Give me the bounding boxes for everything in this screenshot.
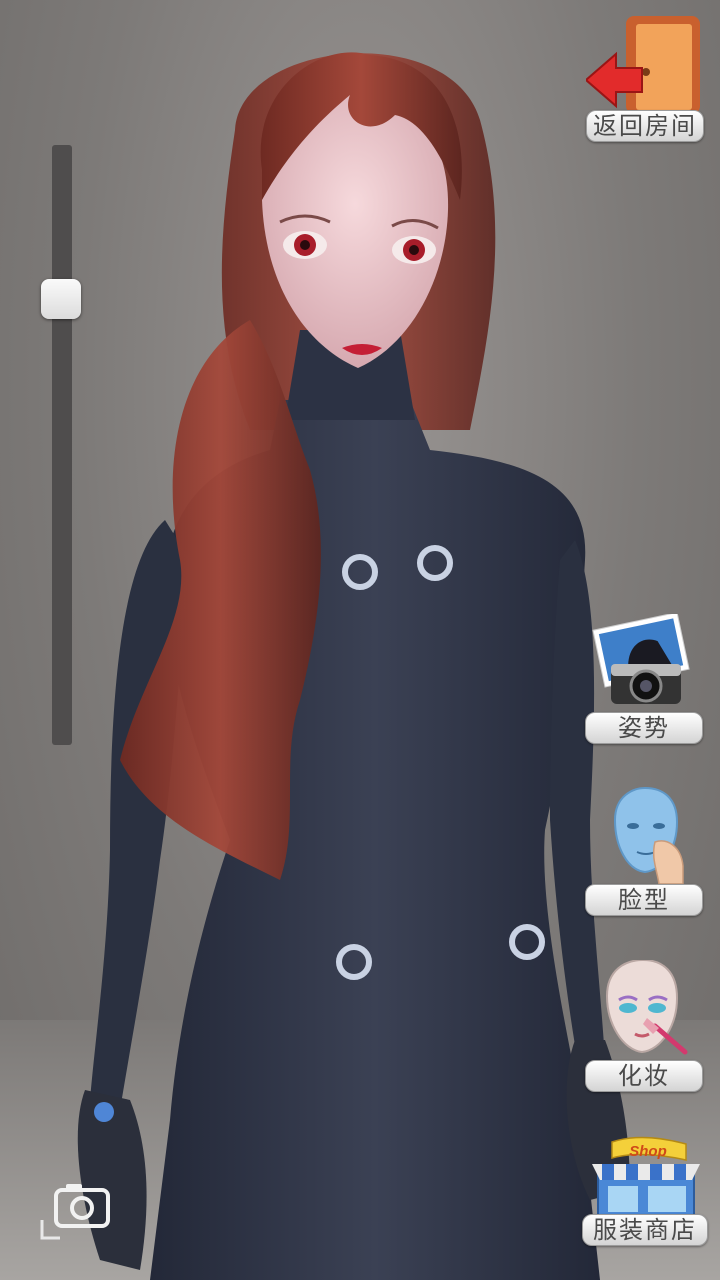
shop-sign-text: Shop bbox=[629, 1143, 667, 1160]
pose-button[interactable]: 姿势 bbox=[585, 614, 703, 744]
exit-door-icon bbox=[586, 16, 700, 114]
shop-storefront-icon: Shop bbox=[592, 1136, 700, 1217]
pose-label: 姿势 bbox=[585, 712, 703, 744]
screenshot-button[interactable] bbox=[40, 1180, 116, 1242]
face-shape-button[interactable]: 脸型 bbox=[585, 786, 703, 916]
makeup-button[interactable]: 化妆 bbox=[585, 960, 703, 1092]
camera-icon bbox=[40, 1184, 110, 1240]
clothing-shop-label: 服装商店 bbox=[582, 1214, 708, 1246]
face-shape-label: 脸型 bbox=[585, 884, 703, 916]
zoom-slider-thumb[interactable] bbox=[41, 279, 81, 319]
zoom-slider-track[interactable] bbox=[52, 145, 72, 745]
back-to-room-button[interactable]: 返回房间 bbox=[586, 14, 704, 142]
camera-photo-icon bbox=[592, 614, 690, 704]
face-mannequin-icon bbox=[613, 786, 684, 885]
back-to-room-label: 返回房间 bbox=[586, 110, 704, 142]
clothing-shop-button[interactable]: Shop 服装商店 bbox=[582, 1136, 708, 1246]
wrist-light bbox=[94, 1102, 114, 1122]
makeup-label: 化妆 bbox=[585, 1060, 703, 1092]
makeup-brush-icon bbox=[605, 960, 688, 1055]
